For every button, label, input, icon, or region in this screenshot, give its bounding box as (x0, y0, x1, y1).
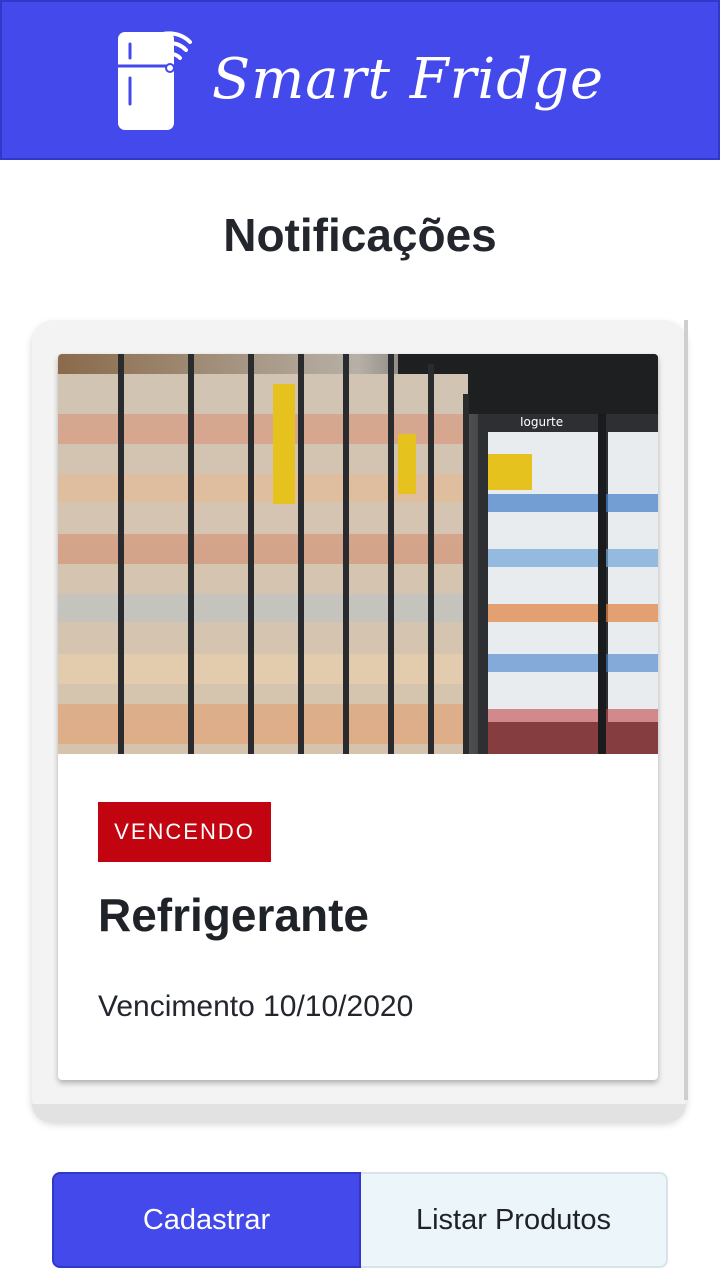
product-name: Refrigerante (98, 889, 369, 941)
status-badge: VENCENDO (98, 802, 271, 862)
list-products-button[interactable]: Listar Produtos (361, 1172, 668, 1268)
page-title: Notificações (223, 209, 497, 261)
notification-card[interactable]: Iogurte VENCENDO Refrigerante Vencimento… (58, 354, 658, 1080)
carousel-edge (684, 320, 688, 1100)
app-header: Smart Fridge (0, 0, 720, 160)
svg-text:Iogurte: Iogurte (520, 415, 563, 429)
app-title: Smart Fridge (211, 47, 605, 112)
register-button[interactable]: Cadastrar (52, 1172, 361, 1268)
product-image: Iogurte (58, 354, 658, 754)
carousel-bottom (32, 1104, 686, 1122)
smart-fridge-icon (116, 28, 192, 132)
expiry-date: Vencimento 10/10/2020 (98, 990, 414, 1023)
action-button-group: Cadastrar Listar Produtos (52, 1172, 668, 1268)
